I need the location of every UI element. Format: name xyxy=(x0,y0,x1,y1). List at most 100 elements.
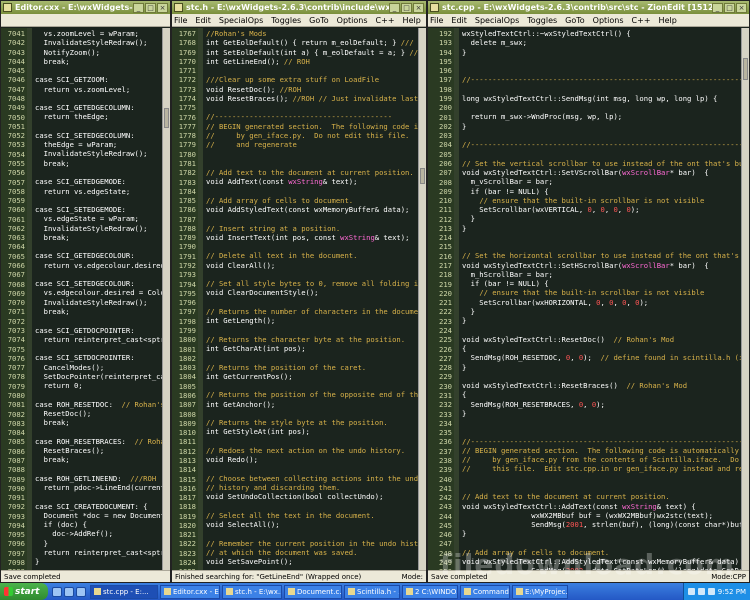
code-token: if (bar != NULL) { xyxy=(462,186,549,196)
tray-icon[interactable] xyxy=(707,588,715,595)
line-number: 197 xyxy=(439,75,452,85)
code-token: long wxStyledTextCtrl::SendMsg(int msg, … xyxy=(462,93,718,103)
code-line: if (doc) { xyxy=(35,520,162,529)
tray-icon[interactable] xyxy=(687,588,695,595)
code-line: void SetSavePoint(); xyxy=(206,557,418,566)
code-line: int GetAnchor(); xyxy=(206,400,418,409)
code-token: // Add array of cells to document. xyxy=(462,547,610,557)
close-button[interactable]: × xyxy=(413,2,424,13)
quick-launch-icon[interactable] xyxy=(52,586,62,597)
code-token: vs.edgeState = wParam; xyxy=(35,214,139,224)
maximize-button[interactable]: □ xyxy=(145,2,156,13)
menu-item-edit[interactable]: Edit xyxy=(451,16,467,25)
scrollbar-thumb[interactable] xyxy=(743,58,748,80)
taskbar-button[interactable]: stc.h - E:\wx... xyxy=(222,584,282,599)
close-button[interactable]: × xyxy=(736,2,747,13)
menu-item-goto[interactable]: GoTo xyxy=(309,16,329,25)
menu-item-options[interactable]: Options xyxy=(337,16,368,25)
menu-item-file[interactable]: File xyxy=(430,16,443,25)
code-line: //--------------------------------------… xyxy=(462,437,741,446)
vertical-scrollbar[interactable] xyxy=(418,28,426,570)
line-number: 7053 xyxy=(7,140,25,150)
menu-item-goto[interactable]: GoTo xyxy=(565,16,585,25)
menu-item-specialops[interactable]: SpecialOps xyxy=(219,16,263,25)
taskbar-button[interactable]: E:\MyProjec... xyxy=(512,584,568,599)
line-number: 1778 xyxy=(178,131,196,141)
menu-item-toggles[interactable]: Toggles xyxy=(271,16,301,25)
taskbar-button[interactable]: Command P... xyxy=(460,584,510,599)
line-number: 7049 xyxy=(7,103,25,113)
line-number: 1808 xyxy=(178,409,196,419)
code-token: ); xyxy=(630,205,640,215)
line-number: 1770 xyxy=(178,56,196,66)
maximize-button[interactable]: □ xyxy=(401,2,412,13)
code-token: // Add array of cells to document. xyxy=(206,195,354,205)
code-line: // Add text to the document at current p… xyxy=(206,168,418,177)
line-number: 7091 xyxy=(7,493,25,503)
code-area[interactable]: vs.zoomLevel = wParam; InvalidateStyleRe… xyxy=(32,28,162,570)
line-number: 1780 xyxy=(178,149,196,159)
menu-item-edit[interactable]: Edit xyxy=(195,16,211,25)
windows-flag-icon xyxy=(4,587,13,596)
maximize-button[interactable]: □ xyxy=(724,2,735,13)
quick-launch-icon[interactable] xyxy=(64,586,74,597)
line-number-gutter: 192 193 194 195 196 197 198 199 200 201 202 203 204 2… xyxy=(428,28,454,570)
menu-item-c-[interactable]: C++ xyxy=(632,16,651,25)
line-number: 231 xyxy=(439,390,452,400)
taskbar-button[interactable]: Document.c... xyxy=(284,584,342,599)
menu-item-help[interactable]: Help xyxy=(403,16,421,25)
line-number: 216 xyxy=(439,251,452,261)
minimize-button[interactable]: _ xyxy=(712,2,723,13)
taskbar-button[interactable]: Editor.cxx - E... xyxy=(160,584,220,599)
minimize-button[interactable]: _ xyxy=(133,2,144,13)
code-token: ); xyxy=(596,399,605,409)
line-number: 1812 xyxy=(178,446,196,456)
line-number: 7058 xyxy=(7,186,25,196)
close-button[interactable]: × xyxy=(157,2,168,13)
code-line: void wxStyledTextCtrl::SetHScrollBar(wxS… xyxy=(462,261,741,270)
start-button[interactable]: start xyxy=(0,583,48,600)
menu-item-help[interactable]: Help xyxy=(659,16,677,25)
line-number: 7079 xyxy=(7,381,25,391)
taskbar-button-label: Document.c... xyxy=(297,587,342,596)
line-number: 7060 xyxy=(7,205,25,215)
code-token: // Set the vertical scrollbar to use ins… xyxy=(462,158,741,168)
code-area[interactable]: wxStyledTextCtrl::~wxStyledTextCtrl() { … xyxy=(459,28,741,570)
menu-item-c-[interactable]: C++ xyxy=(376,16,395,25)
menu-item-specialops[interactable]: SpecialOps xyxy=(475,16,519,25)
scrollbar-thumb[interactable] xyxy=(420,168,425,184)
scrollbar-thumb[interactable] xyxy=(164,108,169,128)
tray-icon[interactable] xyxy=(697,588,705,595)
taskbar-button[interactable]: 2 C:\WINDO... xyxy=(402,584,458,599)
line-number: 1803 xyxy=(178,363,196,373)
vertical-scrollbar[interactable] xyxy=(741,28,749,570)
line-number: 7050 xyxy=(7,112,25,122)
code-token: // BEGIN generated section. The followin… xyxy=(206,121,418,131)
code-token: m_hScrollBar = bar; xyxy=(462,269,553,279)
code-token: return vs.edgecolour.desired.AsLong xyxy=(43,260,162,270)
quick-launch-icon[interactable] xyxy=(76,586,86,597)
line-number: 7048 xyxy=(7,93,25,103)
code-token: wxString xyxy=(288,177,323,187)
code-line: void ResetDoc(); //ROH xyxy=(206,85,418,94)
code-area[interactable]: //Rohan's Mods int GetEolDefault() { retu… xyxy=(203,28,418,570)
vertical-scrollbar[interactable] xyxy=(162,28,170,570)
taskbar-app-icon xyxy=(226,588,233,595)
menu-item-file[interactable]: File xyxy=(174,16,187,25)
line-number: 7069 xyxy=(7,288,25,298)
menu-item-options[interactable]: Options xyxy=(593,16,624,25)
code-token: CancelModes(); xyxy=(35,362,105,372)
taskbar-button[interactable]: Scintilla.h - ... xyxy=(344,584,400,599)
taskbar-button[interactable]: stc.cpp - E:... xyxy=(90,584,158,599)
code-token: // Remember the current position in the … xyxy=(206,538,418,548)
line-number: 7043 xyxy=(7,47,25,57)
minimize-button[interactable]: _ xyxy=(389,2,400,13)
menu-item-toggles[interactable]: Toggles xyxy=(527,16,557,25)
line-number: 1815 xyxy=(178,474,196,484)
line-number: 7086 xyxy=(7,446,25,456)
